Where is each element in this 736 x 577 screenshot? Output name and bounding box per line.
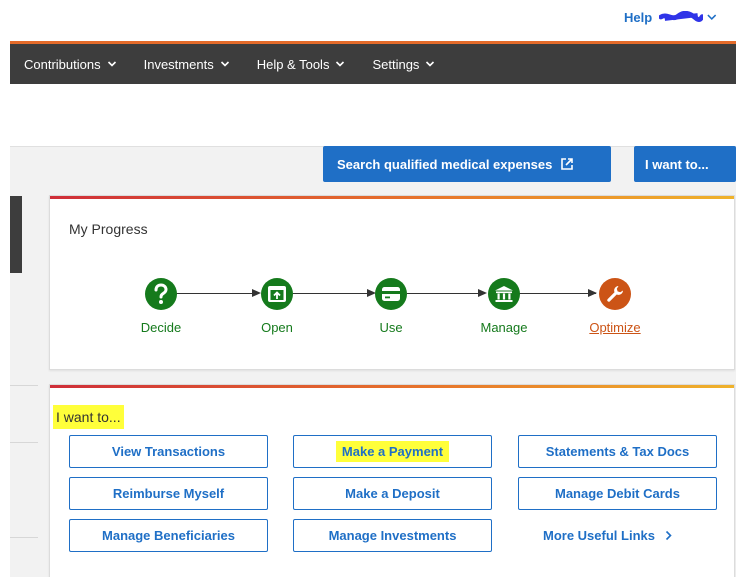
- main-nav: Contributions Investments Help & Tools S…: [10, 44, 736, 84]
- step-label-manage: Manage: [480, 320, 528, 335]
- step-manage: [488, 278, 520, 310]
- step-connector: [175, 293, 252, 294]
- arrow-right-icon: [478, 289, 487, 297]
- chevron-down-icon: [707, 14, 717, 21]
- card-accent-bar: [50, 385, 734, 388]
- step-use: [375, 278, 407, 310]
- action-button-label: Manage Debit Cards: [555, 486, 680, 501]
- nav-item-contributions[interactable]: Contributions: [24, 44, 117, 84]
- wrench-icon: [607, 286, 623, 302]
- bank-icon: [495, 286, 513, 302]
- action-button-label: Reimburse Myself: [112, 486, 225, 501]
- step-decide: [145, 278, 177, 310]
- search-medical-expenses-label: Search qualified medical expenses: [337, 156, 553, 172]
- action-button-label: View Transactions: [111, 444, 226, 459]
- action-button-label: Statements & Tax Docs: [545, 444, 690, 459]
- chevron-down-icon: [107, 61, 116, 67]
- left-panel-divider: [10, 537, 38, 538]
- chevron-down-icon: [336, 61, 345, 67]
- make-deposit-button[interactable]: Make a Deposit: [293, 477, 492, 510]
- step-label-optimize[interactable]: Optimize: [575, 320, 655, 335]
- view-transactions-button[interactable]: View Transactions: [69, 435, 268, 468]
- search-medical-expenses-button[interactable]: Search qualified medical expenses: [323, 146, 611, 182]
- my-progress-title: My Progress: [69, 221, 148, 237]
- more-useful-links[interactable]: More Useful Links: [543, 519, 672, 552]
- i-want-to-button[interactable]: I want to...: [634, 146, 736, 182]
- card-accent-bar: [50, 196, 734, 199]
- open-account-icon: [268, 286, 286, 302]
- i-want-to-heading: I want to...: [53, 405, 124, 429]
- chevron-right-icon: [665, 530, 672, 541]
- top-utility-bar: Help: [0, 0, 736, 40]
- redacted-username: [659, 11, 704, 22]
- more-useful-links-label: More Useful Links: [543, 528, 655, 543]
- nav-item-label: Contributions: [24, 56, 101, 72]
- manage-beneficiaries-button[interactable]: Manage Beneficiaries: [69, 519, 268, 552]
- i-want-to-card: I want to... View Transactions Make a Pa…: [49, 384, 735, 577]
- nav-item-help-tools[interactable]: Help & Tools: [257, 44, 346, 84]
- manage-investments-button[interactable]: Manage Investments: [293, 519, 492, 552]
- nav-item-settings[interactable]: Settings: [372, 44, 435, 84]
- chevron-down-icon: [426, 61, 435, 67]
- help-link[interactable]: Help: [624, 10, 652, 25]
- chevron-down-icon: [220, 61, 229, 67]
- step-label-use: Use: [379, 320, 403, 335]
- step-optimize: [599, 278, 631, 310]
- make-payment-button[interactable]: Make a Payment: [293, 435, 492, 468]
- manage-debit-cards-button[interactable]: Manage Debit Cards: [518, 477, 717, 510]
- question-icon: [154, 283, 168, 304]
- left-panel-divider: [10, 385, 38, 386]
- reimburse-myself-button[interactable]: Reimburse Myself: [69, 477, 268, 510]
- my-progress-card: My Progress Decide Open Use Manage Optim…: [49, 195, 735, 370]
- arrow-right-icon: [588, 289, 597, 297]
- step-label-open: Open: [261, 320, 293, 335]
- left-panel-divider: [10, 442, 38, 443]
- nav-item-label: Settings: [372, 56, 420, 72]
- i-want-to-button-label: I want to...: [645, 156, 709, 172]
- card-icon: [382, 287, 400, 301]
- arrow-right-icon: [252, 289, 261, 297]
- action-button-label: Manage Beneficiaries: [102, 528, 235, 543]
- statements-tax-docs-button[interactable]: Statements & Tax Docs: [518, 435, 717, 468]
- step-label-decide: Decide: [140, 320, 182, 335]
- nav-item-label: Help & Tools: [256, 56, 330, 72]
- action-button-label: Make a Deposit: [345, 486, 440, 501]
- action-button-label: Make a Payment: [335, 441, 450, 462]
- user-menu[interactable]: [659, 9, 719, 25]
- step-connector: [293, 293, 370, 294]
- action-button-label: Manage Investments: [328, 528, 457, 543]
- step-connector: [407, 293, 484, 294]
- step-open: [261, 278, 293, 310]
- nav-item-investments[interactable]: Investments: [144, 44, 230, 84]
- external-link-icon: [561, 158, 574, 170]
- left-panel-edge: [10, 196, 22, 273]
- step-connector: [519, 293, 596, 294]
- nav-item-label: Investments: [143, 56, 214, 72]
